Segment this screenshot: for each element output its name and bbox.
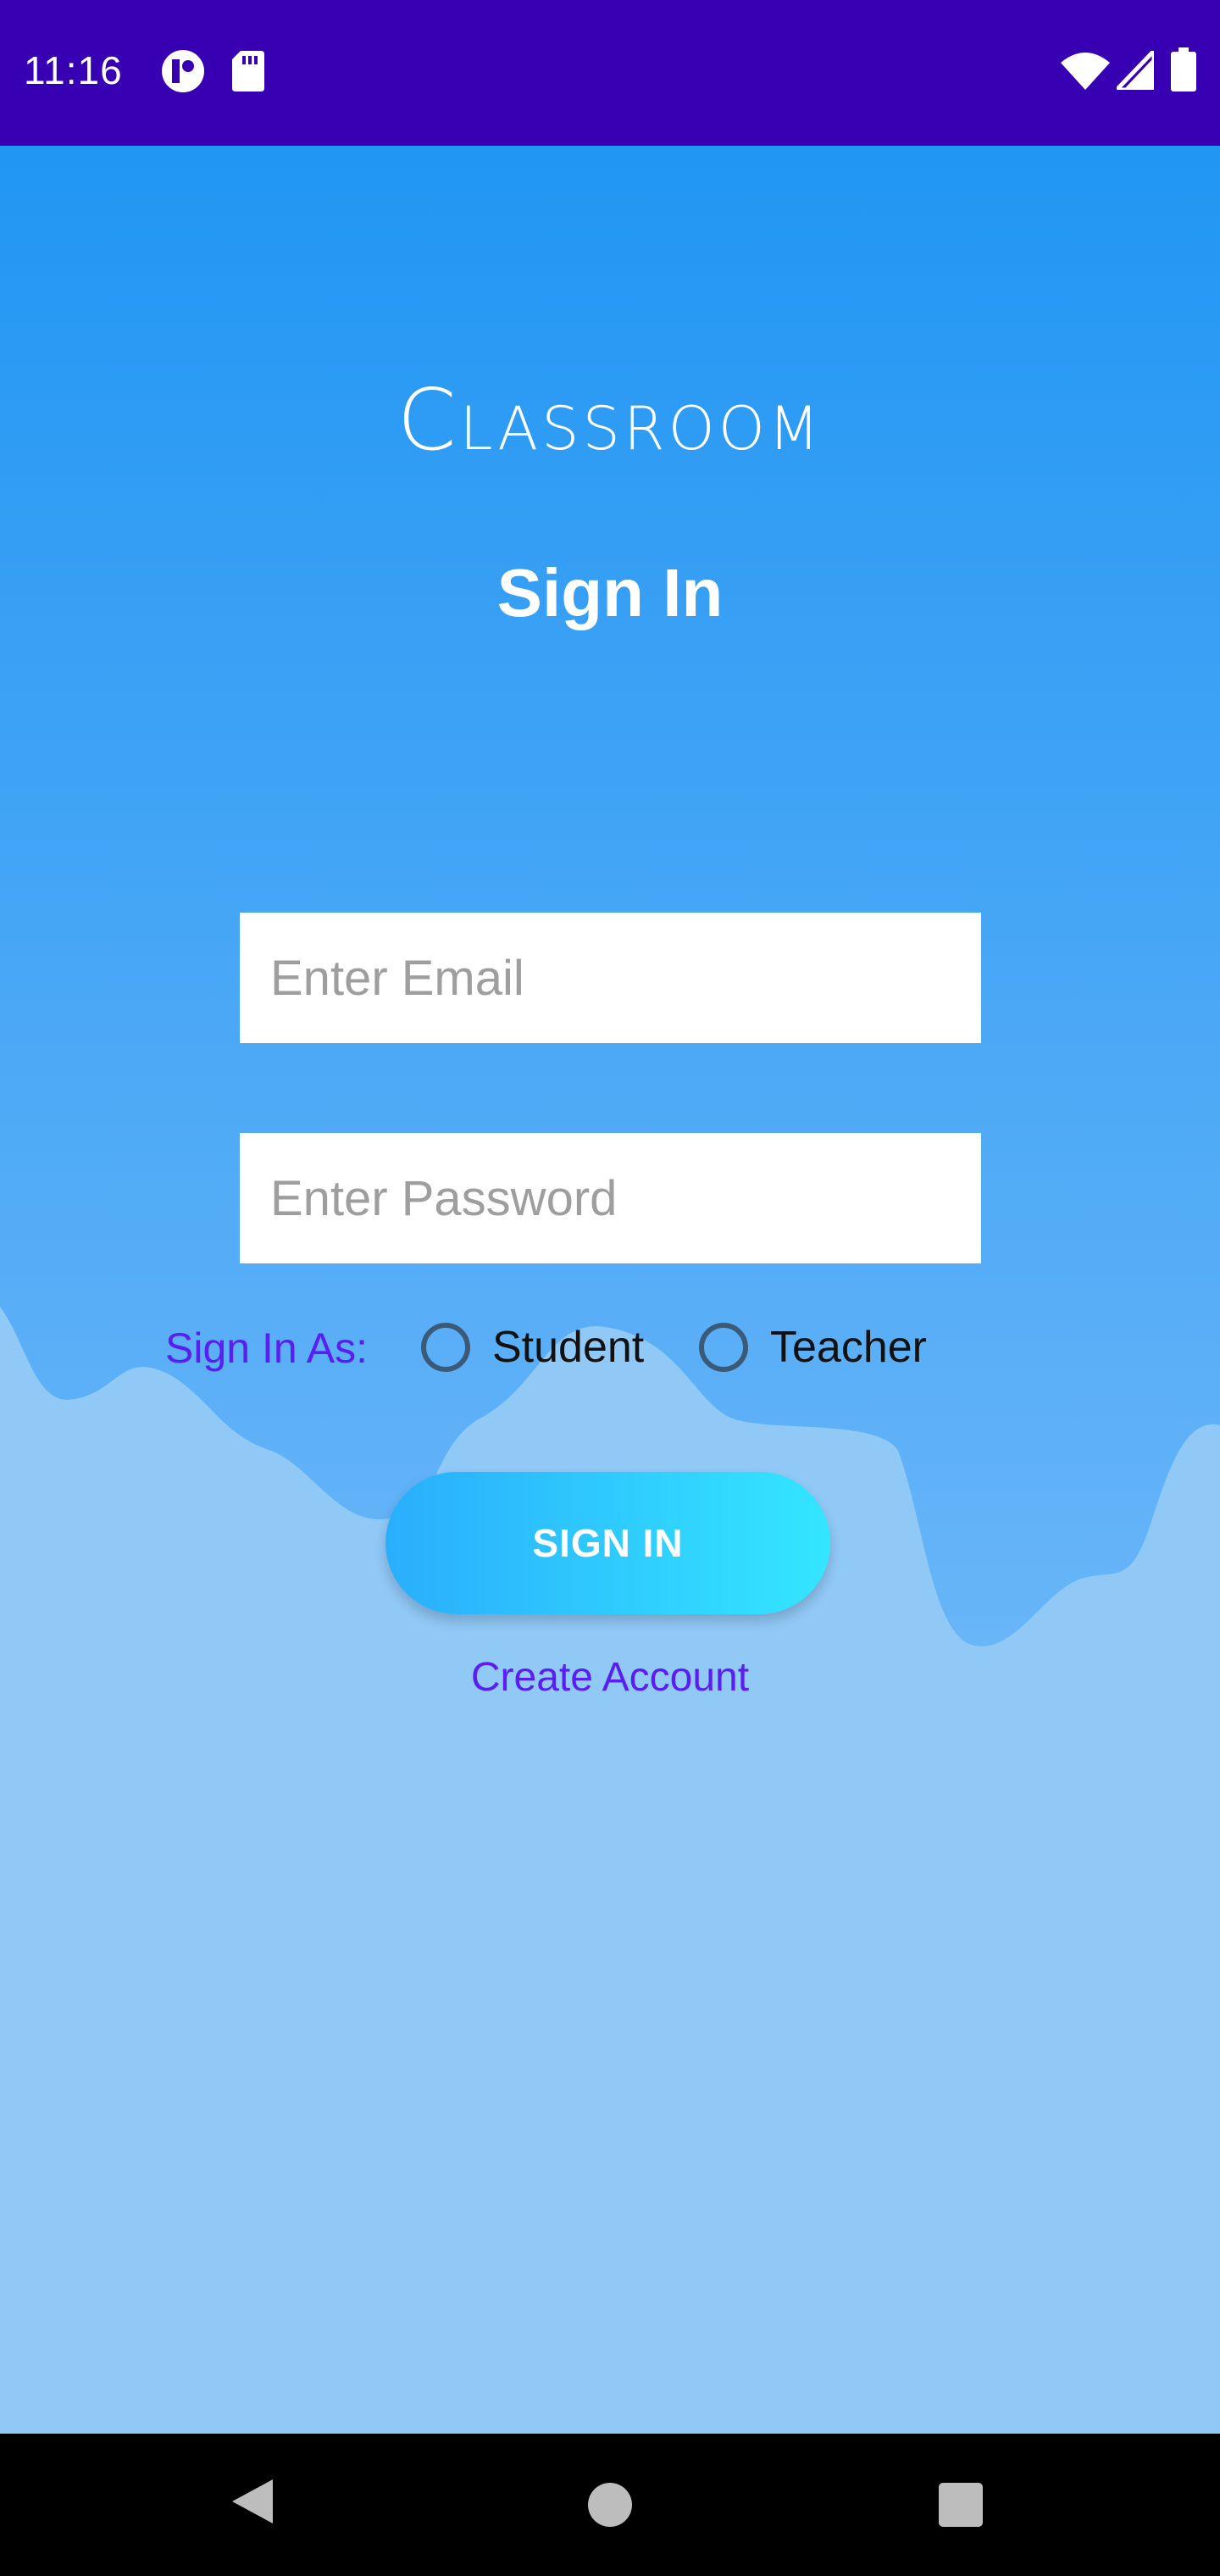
battery-icon xyxy=(1171,47,1196,96)
student-radio-label: Student xyxy=(492,1323,645,1372)
app-notification-icon xyxy=(161,49,205,97)
background-gradient xyxy=(0,146,1220,1646)
navigation-bar xyxy=(0,2434,1220,2576)
app-title: Classroom xyxy=(396,370,824,469)
create-account-link[interactable]: Create Account xyxy=(0,1654,1220,1701)
radio-unchecked-icon[interactable] xyxy=(421,1323,470,1372)
back-icon[interactable] xyxy=(229,2476,276,2531)
teacher-radio[interactable]: Teacher xyxy=(699,1313,927,1381)
home-icon[interactable] xyxy=(588,2483,632,2527)
cell-signal-icon xyxy=(1112,45,1156,94)
email-field[interactable] xyxy=(240,913,981,1043)
recents-icon[interactable] xyxy=(939,2483,983,2527)
sign-in-button[interactable]: SIGN IN xyxy=(385,1472,830,1614)
radio-unchecked-icon[interactable] xyxy=(699,1323,748,1372)
password-field[interactable] xyxy=(240,1133,981,1263)
status-time: 11:16 xyxy=(24,48,123,92)
role-selector: Sign In As: Student Teacher xyxy=(0,1313,1220,1381)
sign-in-as-label: Sign In As: xyxy=(165,1324,369,1372)
app-background: Classroom Sign In Sign In As: Student Te… xyxy=(0,146,1220,2434)
status-bar: 11:16 xyxy=(0,0,1220,146)
student-radio[interactable]: Student xyxy=(421,1313,644,1381)
page-title: Sign In xyxy=(496,555,724,630)
sd-card-icon xyxy=(230,49,266,97)
teacher-radio-label: Teacher xyxy=(770,1323,927,1372)
wifi-icon xyxy=(1061,53,1110,94)
